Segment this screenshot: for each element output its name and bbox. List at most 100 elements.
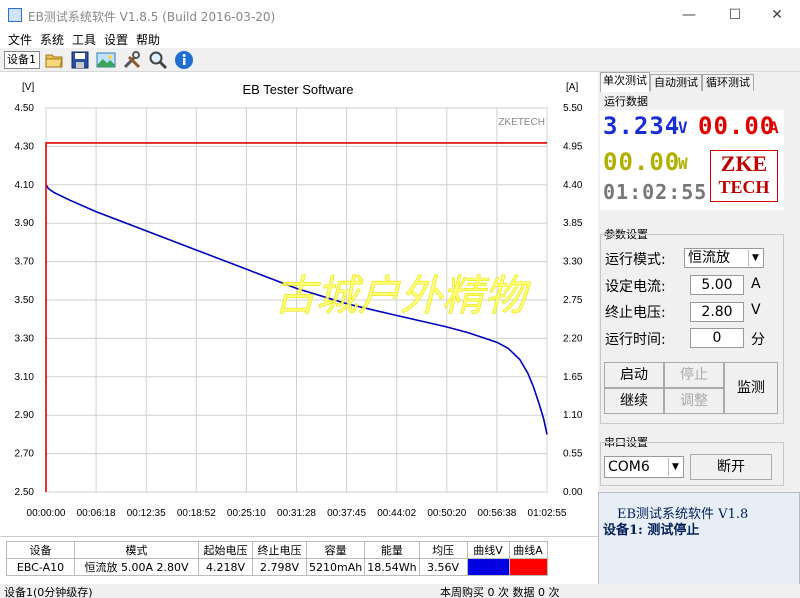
close-button[interactable]: ✕ <box>754 0 800 30</box>
run-data-group-label: 运行数据 <box>604 95 648 108</box>
cell-capacity: 5210mAh <box>305 558 366 576</box>
power-readout: 00.00 <box>603 148 681 176</box>
x-tick-label: 00:44:02 <box>377 508 416 519</box>
col-energy: 能量 <box>364 541 420 559</box>
x-tick-label: 00:31:28 <box>277 508 316 519</box>
set-current-input[interactable]: 5.00 <box>690 275 744 295</box>
set-current-label: 设定电流: <box>605 279 666 295</box>
table-row[interactable]: EBC-A10 恒流放 5.00A 2.80V 4.218V 2.798V 52… <box>6 558 548 576</box>
run-time-unit: 分 <box>751 332 765 348</box>
menu-system[interactable]: 系统 <box>40 31 64 48</box>
tab-auto-test[interactable]: 自动测试 <box>650 74 702 91</box>
y-left-tick-label: 2.70 <box>15 449 35 460</box>
magnifier-icon[interactable] <box>148 50 168 70</box>
start-button[interactable]: 启动 <box>604 362 664 388</box>
cell-device: EBC-A10 <box>6 558 75 576</box>
x-tick-label: 00:00:00 <box>27 508 66 519</box>
toolbar: 设备1 <box>0 48 800 72</box>
maximize-button[interactable]: ☐ <box>712 0 758 30</box>
col-curve-v: 曲线V <box>466 541 510 559</box>
y-left-tick-label: 2.50 <box>15 487 35 498</box>
logo-text-bottom: TECH <box>718 177 770 197</box>
menu-help[interactable]: 帮助 <box>136 31 160 48</box>
col-device: 设备 <box>6 541 75 559</box>
y-right-tick-label: 4.40 <box>563 180 583 191</box>
voltage-readout: 3.234 <box>603 112 681 140</box>
monitor-button[interactable]: 监测 <box>724 362 778 414</box>
menu-file[interactable]: 文件 <box>8 31 32 48</box>
cutoff-voltage-input[interactable]: 2.80 <box>690 302 744 322</box>
y-right-tick-label: 3.30 <box>563 257 583 268</box>
y-right-tick-label: 3.85 <box>563 218 583 229</box>
x-tick-label: 00:56:38 <box>477 508 516 519</box>
y-right-tick-label: 2.20 <box>563 333 583 344</box>
x-tick-label: 00:25:10 <box>227 508 266 519</box>
chart-brand-watermark: ZKETECH <box>498 117 545 128</box>
status-bar-right: 本周购买 0 次 数据 0 次 <box>440 586 560 598</box>
chart-panel: 4.50 4.30 4.10 3.90 3.70 3.50 3.30 3.10 2.90 2.70… <box>0 74 598 536</box>
y-left-tick-label: 3.10 <box>15 372 35 383</box>
y-axis-left-label: [V] <box>22 82 34 93</box>
device-status-panel: EB测试系统软件 V1.8 设备1: 测试停止 <box>598 492 800 598</box>
y-left-tick-label: 3.50 <box>15 295 35 306</box>
set-current-unit: A <box>751 276 761 292</box>
minimize-button[interactable]: — <box>666 0 712 30</box>
cutoff-voltage-label: 终止电压: <box>605 305 666 321</box>
menu-tools[interactable]: 工具 <box>72 31 96 48</box>
tools-icon[interactable] <box>122 50 142 70</box>
y-right-tick-label: 0.55 <box>563 449 583 460</box>
col-mode: 模式 <box>74 541 199 559</box>
info-icon[interactable] <box>174 50 194 70</box>
y-left-tick-label: 3.70 <box>15 257 35 268</box>
col-avg-voltage: 均压 <box>418 541 468 559</box>
x-tick-label: 01:02:55 <box>528 508 567 519</box>
folder-open-icon[interactable] <box>44 50 64 70</box>
status-bar: 设备1(0分钟级存) 本周购买 0 次 数据 0 次 <box>0 584 800 598</box>
x-tick-label: 00:12:35 <box>127 508 166 519</box>
mode-label: 运行模式: <box>605 252 666 268</box>
curve-v-color-swatch[interactable] <box>466 558 510 576</box>
curve-a-color-swatch[interactable] <box>508 558 548 576</box>
cell-mode: 恒流放 5.00A 2.80V <box>74 558 199 576</box>
y-right-tick-label: 2.75 <box>563 295 583 306</box>
logo-text-top: ZKE <box>720 151 768 176</box>
y-right-tick-label: 1.65 <box>563 372 583 383</box>
y-right-tick-label: 5.50 <box>563 103 583 114</box>
cell-energy: 18.54Wh <box>364 558 420 576</box>
summary-table: 设备 模式 起始电压 终止电压 容量 能量 均压 曲线V 曲线A EBC-A10… <box>6 541 548 576</box>
cell-start-voltage: 4.218V <box>198 558 253 576</box>
y-left-tick-label: 3.90 <box>15 218 35 229</box>
zketech-logo: ZKE TECH <box>710 150 778 202</box>
current-unit: A <box>769 118 780 137</box>
chevron-down-icon[interactable]: ▼ <box>748 250 762 266</box>
device-select[interactable]: 设备1 <box>4 51 40 69</box>
disconnect-button[interactable]: 断开 <box>690 454 772 480</box>
discharge-chart: 4.50 4.30 4.10 3.90 3.70 3.50 3.30 3.10 2.90 2.70… <box>15 82 583 519</box>
chart-title: EB Tester Software <box>242 82 353 97</box>
image-icon[interactable] <box>96 50 116 70</box>
y-right-tick-label: 1.10 <box>563 410 583 421</box>
window-title: EB测试系统软件 V1.8.5 (Build 2016-03-20) <box>28 10 276 24</box>
summary-table-area: 设备 模式 起始电压 终止电压 容量 能量 均压 曲线V 曲线A EBC-A10… <box>0 536 598 584</box>
save-icon[interactable] <box>70 50 90 70</box>
y-left-tick-label: 4.30 <box>15 141 35 152</box>
tab-cycle-test[interactable]: 循环测试 <box>702 74 754 91</box>
y-left-tick-label: 4.50 <box>15 103 35 114</box>
adjust-button[interactable]: 调整 <box>664 388 724 414</box>
run-time-input[interactable]: 0 <box>690 328 744 348</box>
y-left-tick-label: 4.10 <box>15 180 35 191</box>
cell-avg-voltage: 3.56V <box>418 558 468 576</box>
continue-button[interactable]: 继续 <box>604 388 664 414</box>
cell-end-voltage: 2.798V <box>252 558 307 576</box>
y-left-tick-label: 3.30 <box>15 333 35 344</box>
current-readout: 00.00 <box>698 112 776 140</box>
stop-button[interactable]: 停止 <box>664 362 724 388</box>
chevron-down-icon[interactable]: ▼ <box>668 458 682 476</box>
tab-single-test[interactable]: 单次测试 <box>600 72 650 92</box>
col-end-voltage: 终止电压 <box>252 541 307 559</box>
status-line-device: 设备1: 测试停止 <box>603 523 700 538</box>
cutoff-voltage-unit: V <box>751 302 761 318</box>
power-unit: W <box>678 154 689 173</box>
menu-settings[interactable]: 设置 <box>104 31 128 48</box>
app-icon <box>8 8 22 22</box>
